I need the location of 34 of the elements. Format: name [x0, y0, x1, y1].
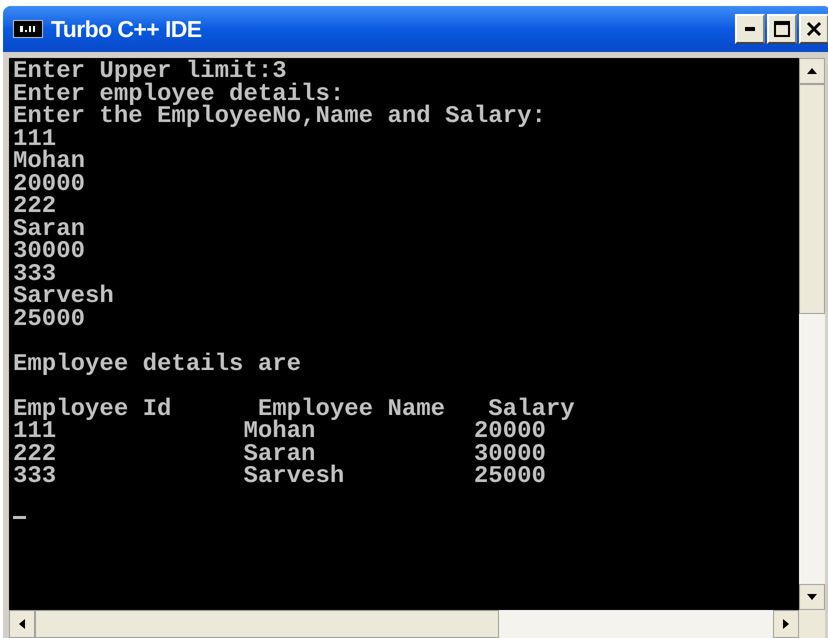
resize-grip[interactable] [799, 610, 825, 638]
scroll-right-button[interactable] [773, 610, 799, 638]
scrollbar-thumb[interactable] [35, 610, 499, 638]
scroll-up-button[interactable] [799, 58, 825, 84]
console-line: 111 [13, 128, 56, 151]
down-arrow-icon [807, 594, 817, 600]
right-arrow-icon [783, 619, 789, 629]
window-title: Turbo C++ IDE [51, 14, 202, 44]
console-line: Employee details are [13, 354, 302, 376]
console-line: Mohan [13, 151, 86, 174]
minimize-icon [745, 27, 755, 31]
console-line: 20000 [13, 174, 86, 196]
scroll-down-button[interactable] [799, 584, 825, 610]
console-line: Enter Upper limit:3 [13, 61, 287, 84]
maximize-icon [774, 21, 790, 37]
console-line: 25000 [13, 308, 86, 331]
console-line: Sarvesh [13, 286, 114, 308]
console-line: Enter the EmployeeNo,Name and Salary: [13, 106, 546, 128]
text-cursor [13, 516, 26, 518]
minimize-button[interactable] [735, 14, 765, 44]
console-line: Enter employee details: [13, 84, 344, 106]
maximize-button[interactable] [767, 14, 797, 44]
close-button[interactable] [799, 14, 828, 44]
scroll-left-button[interactable] [9, 610, 35, 638]
column-header: Employee Id [13, 396, 172, 422]
console-line: 333 [13, 264, 56, 286]
up-arrow-icon [807, 68, 817, 74]
scrollbar-thumb[interactable] [799, 84, 825, 314]
console-app-icon [13, 20, 43, 38]
console-line: 30000 [13, 241, 86, 264]
console-line: 222 [13, 196, 56, 218]
console-line: Saran [13, 218, 86, 241]
left-arrow-icon [19, 619, 25, 629]
close-icon [806, 21, 822, 37]
